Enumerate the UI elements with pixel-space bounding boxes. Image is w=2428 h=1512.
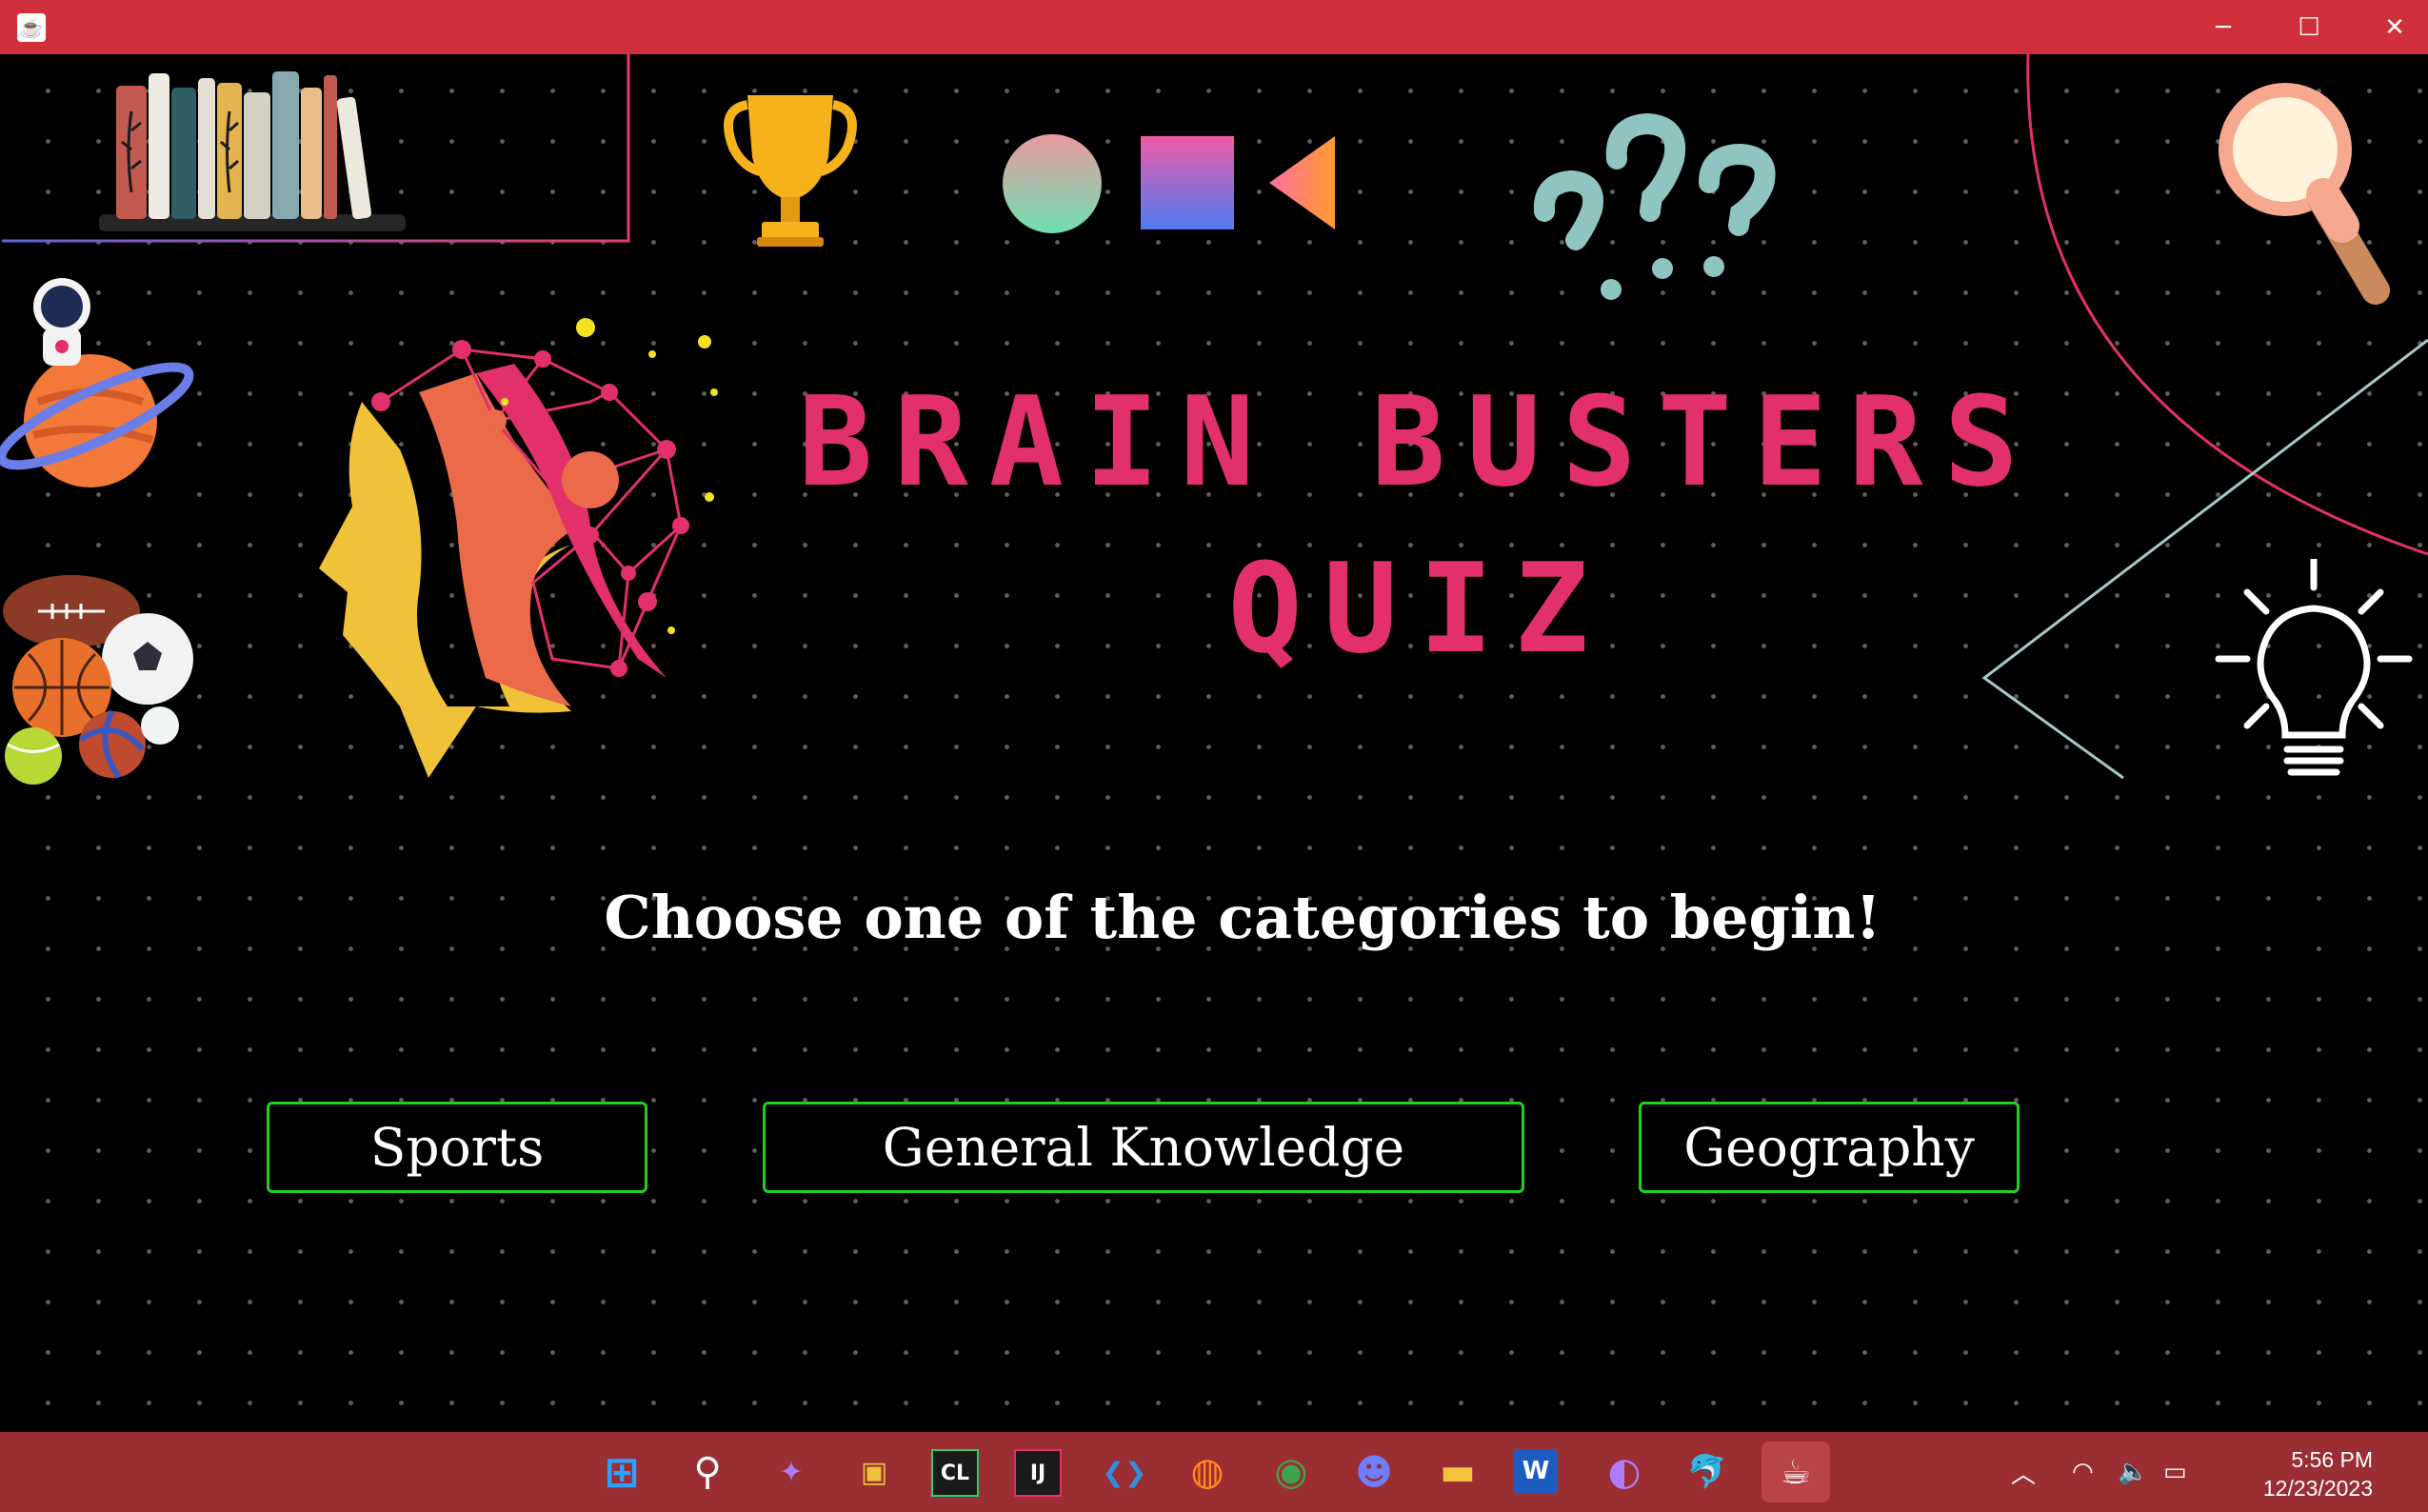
instructions-text: Choose one of the categories to begin!	[604, 883, 1881, 952]
file-explorer-icon[interactable]: ▬	[1431, 1445, 1484, 1499]
java-app-icon: ☕	[17, 13, 46, 42]
start-icon[interactable]: ⊞	[595, 1445, 648, 1499]
discord-icon[interactable]: ☻	[1347, 1445, 1401, 1499]
general-knowledge-button[interactable]: General Knowledge	[763, 1102, 1524, 1193]
github-icon[interactable]: ◐	[1598, 1445, 1651, 1499]
clion-icon[interactable]: CL	[931, 1449, 979, 1497]
battery-icon[interactable]: ▭	[2163, 1432, 2187, 1512]
window-titlebar: ☕ ─ ☐ ✕	[0, 0, 2428, 54]
chrome-icon[interactable]: ◉	[1264, 1445, 1318, 1499]
maximize-button[interactable]: ☐	[2266, 0, 2352, 54]
books-icon	[2, 54, 630, 243]
quiz-title: BRAIN BUSTERS QUIZ	[752, 359, 2085, 692]
geography-button[interactable]: Geography	[1639, 1102, 2020, 1193]
clock-time: 5:56 PM	[2291, 1447, 2373, 1472]
system-clock[interactable]: 5:56 PM 12/23/2023	[2263, 1445, 2373, 1502]
brain-head-icon	[319, 318, 718, 778]
chevron-up-icon[interactable]: ︿	[2011, 1432, 2036, 1512]
wifi-icon[interactable]: ◠	[2072, 1432, 2094, 1512]
minimize-button[interactable]: ─	[2180, 0, 2266, 54]
vscode-icon[interactable]: ❮❯	[1098, 1445, 1151, 1499]
search-icon[interactable]: ⚲	[681, 1445, 734, 1499]
taskbar: ⊞ ⚲ ✦ ▣ CL IJ ❮❯ ◍ ◉ ☻ ▬ W ◐ 🐬 ☕ ︿ ◠ 🔈 ▭…	[0, 1432, 2428, 1512]
trophy-icon	[724, 95, 857, 247]
question-marks-icon	[1533, 112, 1776, 300]
clock-date: 12/23/2023	[2262, 1476, 2373, 1501]
copilot-icon[interactable]: ✦	[765, 1445, 818, 1499]
astronaut-planet-icon	[0, 278, 194, 487]
lightbulb-icon	[2215, 559, 2413, 776]
firefox-icon[interactable]: ◍	[1181, 1445, 1234, 1499]
title-line-2: QUIZ	[1227, 536, 1610, 681]
sports-button[interactable]: Sports	[267, 1102, 647, 1193]
java-taskbar-icon[interactable]: ☕	[1761, 1442, 1830, 1502]
quiz-main-panel: BRAIN BUSTERS QUIZ Choose one of the cat…	[0, 54, 2428, 1432]
sports-balls-icon	[3, 575, 193, 785]
volume-icon[interactable]: 🔈	[2118, 1432, 2148, 1512]
title-line-1: BRAIN BUSTERS	[798, 369, 2040, 514]
mysql-icon[interactable]: 🐬	[1681, 1445, 1734, 1499]
intellij-icon[interactable]: IJ	[1014, 1449, 1062, 1497]
close-button[interactable]: ✕	[2352, 0, 2428, 54]
word-icon[interactable]: W	[1514, 1449, 1558, 1493]
shapes-icon	[1003, 134, 1335, 233]
store-icon[interactable]: ▣	[847, 1445, 901, 1499]
